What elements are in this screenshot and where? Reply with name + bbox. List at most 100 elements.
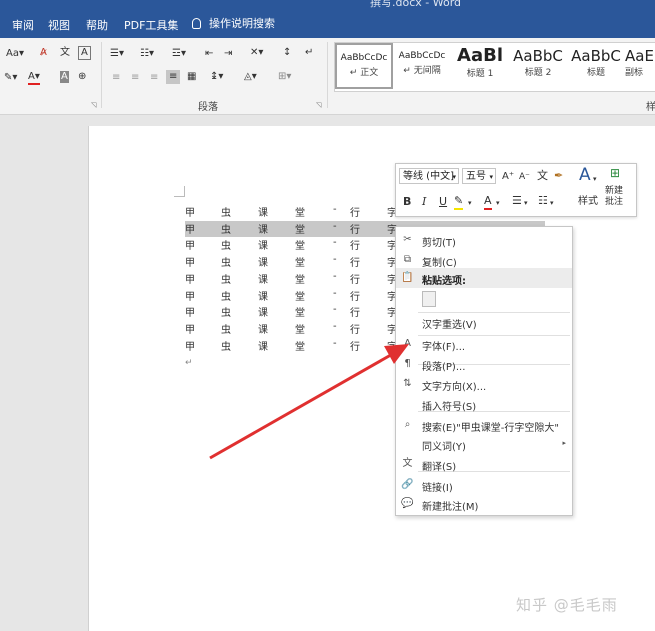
document-char: 甲 xyxy=(185,341,195,353)
decrease-indent-icon[interactable]: ⇤ xyxy=(205,48,213,60)
document-char: 甲 xyxy=(185,324,195,336)
styles-dropdown-icon[interactable]: ▾ xyxy=(593,172,597,186)
document-char: 行 xyxy=(350,324,360,336)
bold-button[interactable]: B xyxy=(403,195,411,209)
document-char: 甲 xyxy=(185,308,195,320)
paragraph-dialog-launcher-icon[interactable]: ◹ xyxy=(316,99,321,111)
enclose-char-icon[interactable]: ⊕ xyxy=(78,71,86,83)
paragraph-group-label: 段落 xyxy=(198,102,218,113)
ribbon-divider xyxy=(327,42,328,108)
style-heading-1[interactable]: AaBl 标题 1 xyxy=(451,43,509,89)
chinese-layout-button[interactable]: ✕▾ xyxy=(250,47,263,59)
styles-label[interactable]: 样式 xyxy=(578,195,598,209)
new-comment-label[interactable]: 新建 批注 xyxy=(605,186,623,208)
margin-corner-mark xyxy=(174,186,185,197)
menu-item-label: 段落(P)... xyxy=(422,362,466,373)
numbering-icon[interactable]: ☷ xyxy=(538,194,548,208)
style-heading-2[interactable]: AaBbC 标题 2 xyxy=(509,43,567,89)
styles-icon[interactable]: A xyxy=(579,167,591,184)
document-char: - xyxy=(333,204,337,215)
phonetic-guide-icon[interactable]: 文 xyxy=(60,47,70,59)
menu-item-label: 翻译(S) xyxy=(422,462,457,473)
submenu-chevron-icon: ▸ xyxy=(562,439,566,447)
font-color-dropdown-icon[interactable]: ▾ xyxy=(496,196,500,210)
shading-button[interactable]: ◬▾ xyxy=(244,71,257,83)
bullets-icon[interactable]: ☰ xyxy=(512,194,522,208)
document-char: - xyxy=(333,304,337,316)
menu-item-paragraph[interactable]: ¶ 段落(P)... xyxy=(396,354,572,374)
menu-item-comment[interactable]: 💬 新建批注(M) xyxy=(396,494,572,514)
multilevel-list-button[interactable]: ☲▾ xyxy=(172,48,186,60)
menu-item-item-7[interactable]: 插入符号(S) xyxy=(396,394,572,414)
document-char: 堂 xyxy=(295,308,305,320)
font-color-icon[interactable]: A xyxy=(484,194,492,210)
font-color-button[interactable]: A▾ xyxy=(28,71,40,85)
format-painter-icon[interactable]: ✒ xyxy=(554,169,563,183)
bullets-dropdown-icon[interactable]: ▾ xyxy=(524,196,528,210)
highlight-icon[interactable]: ✎ xyxy=(454,194,464,210)
menu-item-text-direction[interactable]: ⇅ 文字方向(X)... xyxy=(396,374,572,394)
tab-view[interactable]: 视图 xyxy=(48,17,70,33)
menu-item-link[interactable]: 🔗 链接(I) xyxy=(396,475,572,495)
menu-item-scissors[interactable]: ✂ 剪切(T) xyxy=(396,230,572,250)
document-char: 虫 xyxy=(221,291,231,303)
underline-button[interactable]: U xyxy=(439,195,447,209)
style-subtitle[interactable]: AaE 副标 xyxy=(625,43,655,89)
document-char: 行 xyxy=(350,341,360,353)
shrink-font-icon[interactable]: A⁻ xyxy=(519,170,530,184)
new-comment-icon[interactable]: ⊞ xyxy=(610,166,620,180)
phonetic-icon[interactable]: 文 xyxy=(537,169,548,183)
document-char: 行 xyxy=(350,258,360,270)
numbering-dropdown-icon[interactable]: ▾ xyxy=(550,196,554,210)
tab-help[interactable]: 帮助 xyxy=(86,17,108,33)
char-shading-icon[interactable]: A xyxy=(60,71,69,83)
tab-review[interactable]: 审阅 xyxy=(12,17,34,33)
paste-icon: 📋 xyxy=(401,272,414,283)
menu-item-copy[interactable]: ⧉ 复制(C) xyxy=(396,250,572,270)
menu-item-item-9[interactable]: 同义词(Y) ▸ xyxy=(396,434,572,454)
document-char: 虫 xyxy=(221,274,231,286)
change-case-button[interactable]: Aa▾ xyxy=(6,48,24,60)
style-normal[interactable]: AaBbCcDc ↵ 正文 xyxy=(335,43,393,89)
distributed-icon[interactable]: ▦ xyxy=(187,71,196,83)
style-no-spacing[interactable]: AaBbCcDc ↵ 无间隔 xyxy=(393,43,451,89)
align-left-icon[interactable]: ≡ xyxy=(112,72,120,84)
justify-icon[interactable]: ≡ xyxy=(166,70,181,84)
menu-item-font[interactable]: A 字体(F)... xyxy=(396,334,572,354)
align-center-icon[interactable]: ≡ xyxy=(131,72,139,84)
document-char: 虫 xyxy=(221,208,231,219)
document-char: 堂 xyxy=(295,274,305,286)
show-marks-icon[interactable]: ↵ xyxy=(305,47,313,59)
tab-pdf-tools[interactable]: PDF工具集 xyxy=(124,17,178,33)
align-right-icon[interactable]: ≡ xyxy=(150,72,158,84)
menu-item-item-3[interactable]: 汉字重选(V) xyxy=(396,312,572,332)
font-size-dropdown[interactable]: 五号 ▾ xyxy=(462,168,496,184)
italic-button[interactable]: I xyxy=(422,195,426,209)
clear-formatting-icon[interactable]: A̷ xyxy=(40,47,47,59)
tell-me-search[interactable]: 操作说明搜索 xyxy=(192,15,275,31)
style-title[interactable]: AaBbC 标题 xyxy=(567,43,625,89)
numbering-button[interactable]: ☷▾ xyxy=(140,48,154,60)
menu-item-search[interactable]: ⌕ 搜索(E)"甲虫课堂-行字空隙大" xyxy=(396,415,572,435)
styles-group-label: 样 xyxy=(646,102,655,113)
document-char: 课 xyxy=(258,324,268,336)
char-border-icon[interactable]: A xyxy=(78,46,91,60)
document-char: 虫 xyxy=(221,308,231,320)
bullets-button[interactable]: ☰▾ xyxy=(110,48,124,60)
highlight-color-button[interactable]: ✎▾ xyxy=(4,72,17,84)
font-dialog-launcher-icon[interactable]: ◹ xyxy=(91,99,96,111)
menu-item-translate[interactable]: 文翻译(S) xyxy=(396,454,572,474)
grow-font-icon[interactable]: A⁺ xyxy=(502,170,514,184)
font-name-dropdown[interactable]: 等线 (中文] ▾ xyxy=(399,168,459,184)
line-spacing-button[interactable]: ↨▾ xyxy=(210,71,223,83)
highlight-dropdown-icon[interactable]: ▾ xyxy=(468,196,472,210)
document-char: 行 xyxy=(350,208,360,219)
menu-item-label: 文字方向(X)... xyxy=(422,382,487,393)
increase-indent-icon[interactable]: ⇥ xyxy=(224,48,232,60)
document-char: 行 xyxy=(350,224,360,236)
document-char: 行 xyxy=(350,241,360,253)
sort-icon[interactable]: ↕ xyxy=(283,47,291,59)
watermark: 知乎 @毛毛雨 xyxy=(516,596,618,614)
paste-keep-text-icon[interactable] xyxy=(422,291,436,307)
borders-button[interactable]: ⊞▾ xyxy=(278,71,291,83)
